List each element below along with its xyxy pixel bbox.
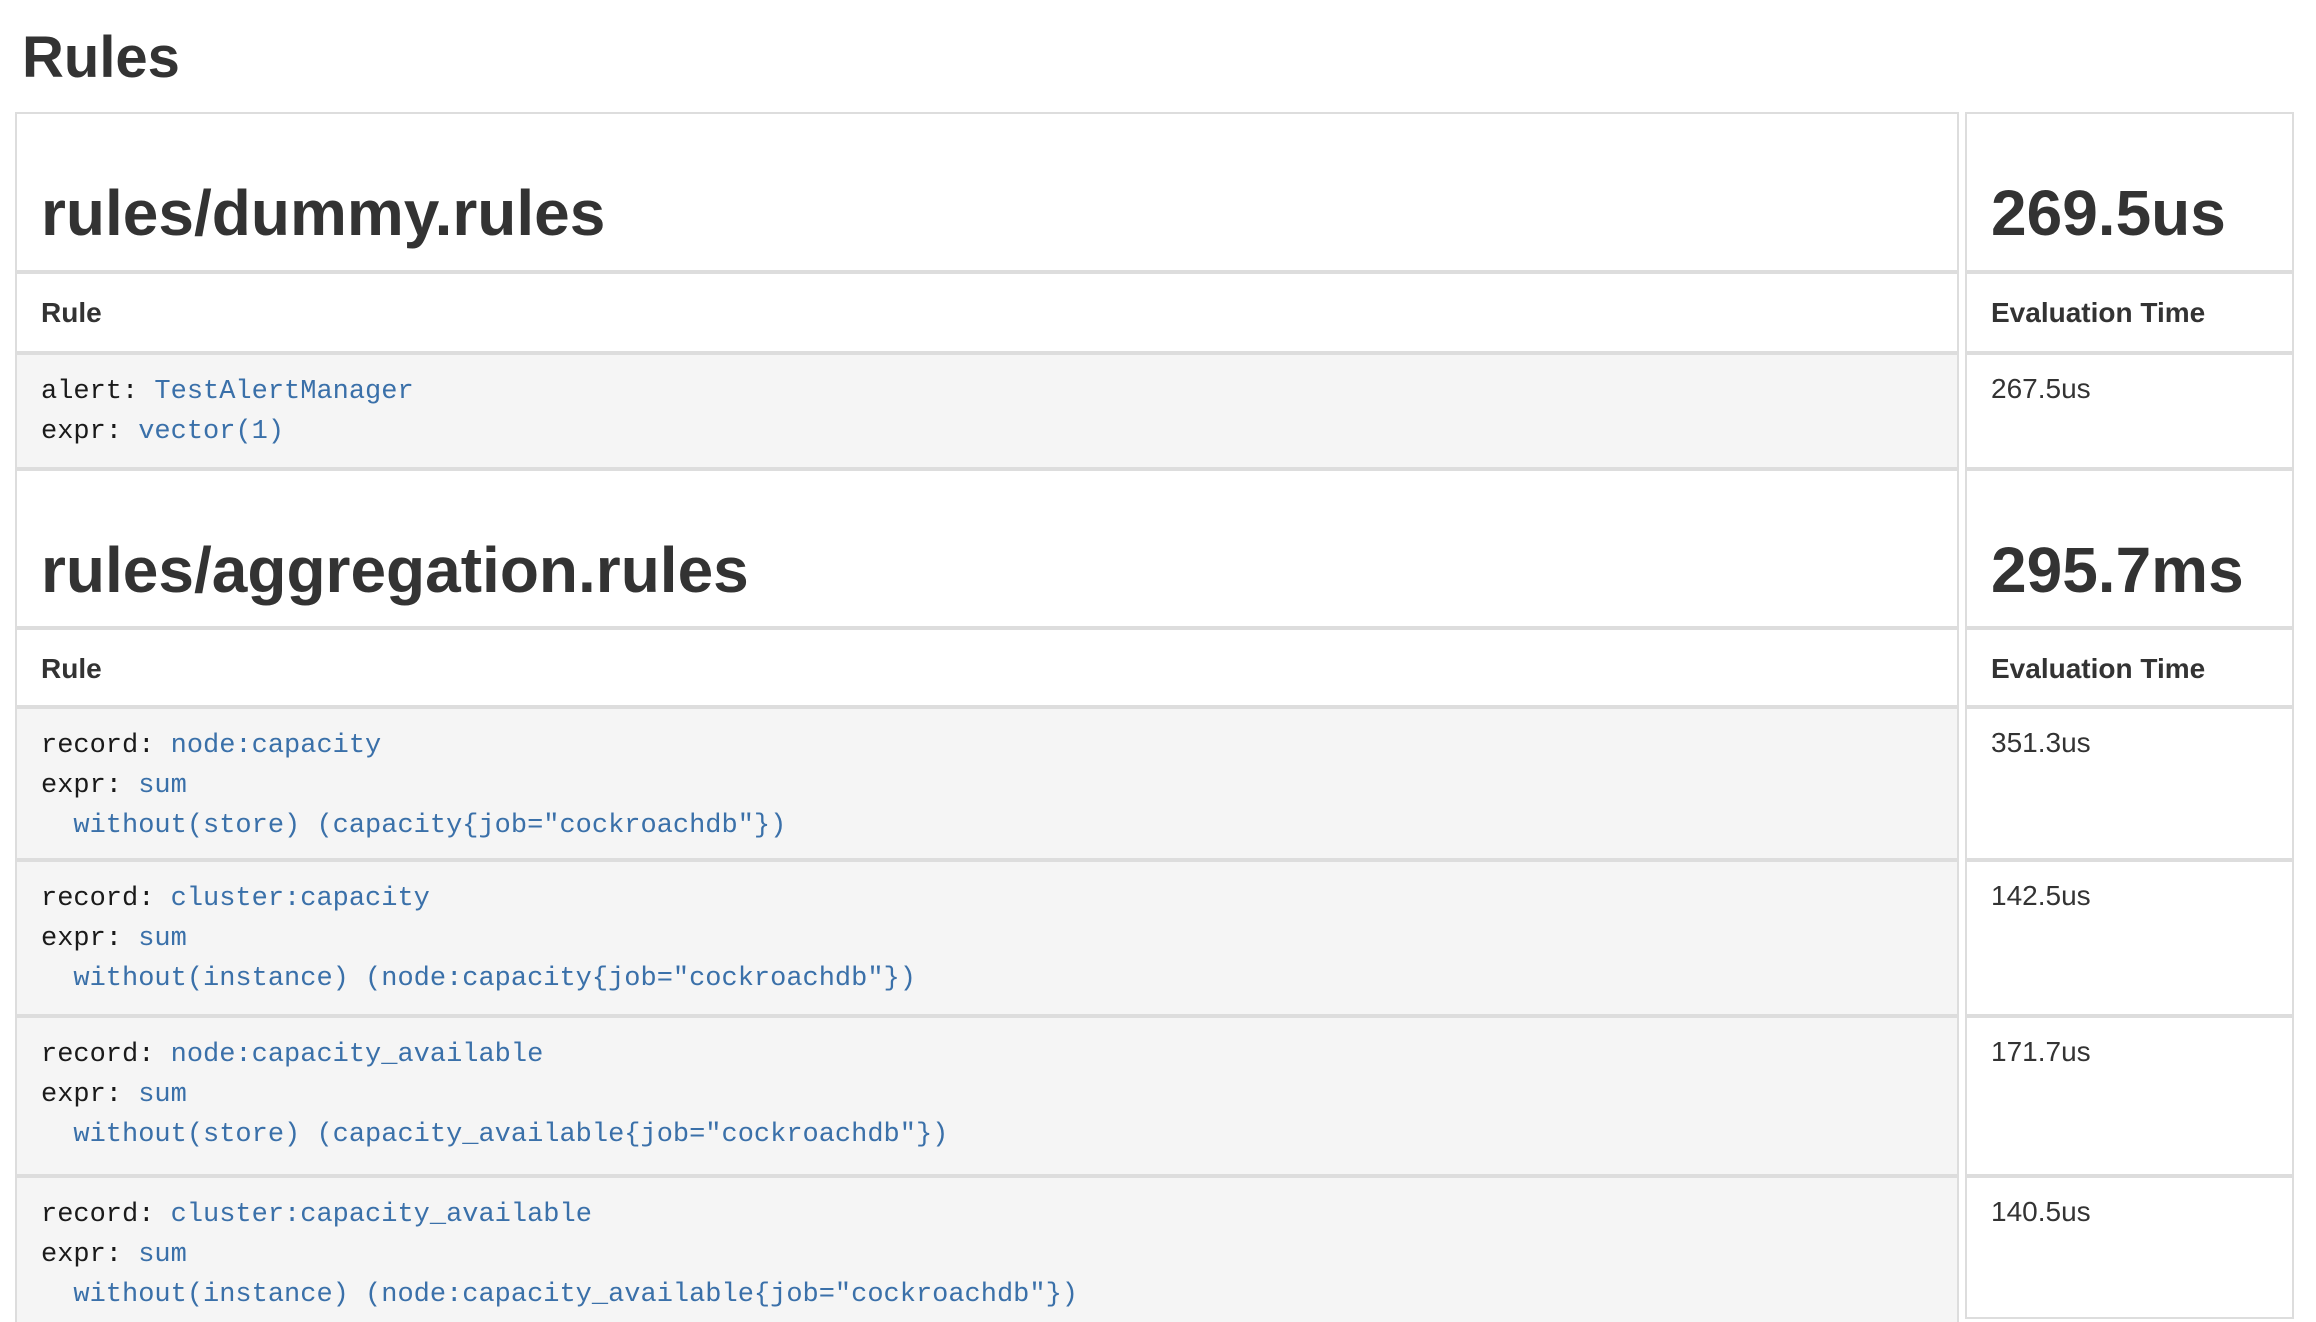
rule-eval-time: 267.5us xyxy=(1965,353,2294,469)
rule-name-link[interactable]: node:capacity_available xyxy=(171,1040,544,1070)
rule-name-link[interactable]: cluster:capacity_available xyxy=(171,1200,592,1230)
rule-name-link[interactable]: cluster:capacity xyxy=(171,884,430,914)
rule-expr-label: expr: xyxy=(41,1240,122,1270)
rule-group-eval-time-value: 295.7ms xyxy=(1991,535,2268,605)
rule-group-file-name: rules/aggregation.rules xyxy=(41,535,1933,605)
rule-definition: record: node:capacity expr: sum without(… xyxy=(41,726,1933,846)
rule-expr-link[interactable]: sum xyxy=(138,771,187,801)
rule-group-file-name: rules/dummy.rules xyxy=(41,178,1933,248)
rule-type-label: record: xyxy=(41,1040,154,1070)
rule-expr-label: expr: xyxy=(41,1080,122,1110)
rule-row: record: cluster:capacity_available expr:… xyxy=(15,1176,1959,1322)
rule-row: record: node:capacity expr: sum without(… xyxy=(15,707,1959,860)
rule-row: alert: TestAlertManager expr: vector(1) xyxy=(15,353,1959,469)
rule-expr-link-continuation[interactable]: without(instance) (node:capacity{job="co… xyxy=(41,964,916,994)
rule-row: record: cluster:capacity expr: sum witho… xyxy=(15,860,1959,1016)
rule-type-label: record: xyxy=(41,1200,154,1230)
rule-group-eval-time-value: 269.5us xyxy=(1991,178,2268,248)
rule-group-eval-time: 269.5us xyxy=(1965,112,2294,272)
rule-expr-label: expr: xyxy=(41,771,122,801)
rule-definition: alert: TestAlertManager expr: vector(1) xyxy=(41,372,1933,452)
rule-type-label: record: xyxy=(41,731,154,761)
rule-group-eval-time: 295.7ms xyxy=(1965,469,2294,628)
rule-name-link[interactable]: node:capacity xyxy=(171,731,382,761)
rule-expr-link[interactable]: sum xyxy=(138,924,187,954)
rule-type-label: alert: xyxy=(41,377,138,407)
rule-eval-time: 171.7us xyxy=(1965,1016,2294,1176)
rule-type-label: record: xyxy=(41,884,154,914)
rule-group-header: rules/dummy.rules xyxy=(15,112,1959,272)
rule-eval-time: 351.3us xyxy=(1965,707,2294,860)
rule-group-header: rules/aggregation.rules xyxy=(15,469,1959,628)
rule-row: record: node:capacity_available expr: su… xyxy=(15,1016,1959,1176)
page-title: Rules xyxy=(22,26,2316,90)
column-header-rule: Rule xyxy=(15,272,1959,353)
rule-expr-link[interactable]: vector(1) xyxy=(138,417,284,447)
rule-expr-link[interactable]: sum xyxy=(138,1080,187,1110)
rule-expr-label: expr: xyxy=(41,417,122,447)
rule-expr-label: expr: xyxy=(41,924,122,954)
rule-expr-link-continuation[interactable]: without(store) (capacity_available{job="… xyxy=(41,1120,948,1150)
column-header-evaluation-time: Evaluation Time xyxy=(1965,272,2294,353)
rule-definition: record: cluster:capacity expr: sum witho… xyxy=(41,879,1933,999)
rules-table: rules/dummy.rules 269.5us Rule Evaluatio… xyxy=(15,112,2294,1322)
column-header-rule: Rule xyxy=(15,628,1959,707)
rule-eval-time: 142.5us xyxy=(1965,860,2294,1016)
rule-expr-link-continuation[interactable]: without(instance) (node:capacity_availab… xyxy=(41,1280,1078,1310)
rule-eval-time: 140.5us xyxy=(1965,1176,2294,1319)
rule-name-link[interactable]: TestAlertManager xyxy=(154,377,413,407)
rule-expr-link-continuation[interactable]: without(store) (capacity{job="cockroachd… xyxy=(41,811,786,841)
column-header-evaluation-time: Evaluation Time xyxy=(1965,628,2294,707)
rule-definition: record: cluster:capacity_available expr:… xyxy=(41,1195,1933,1315)
rule-expr-link[interactable]: sum xyxy=(138,1240,187,1270)
rule-definition: record: node:capacity_available expr: su… xyxy=(41,1035,1933,1155)
